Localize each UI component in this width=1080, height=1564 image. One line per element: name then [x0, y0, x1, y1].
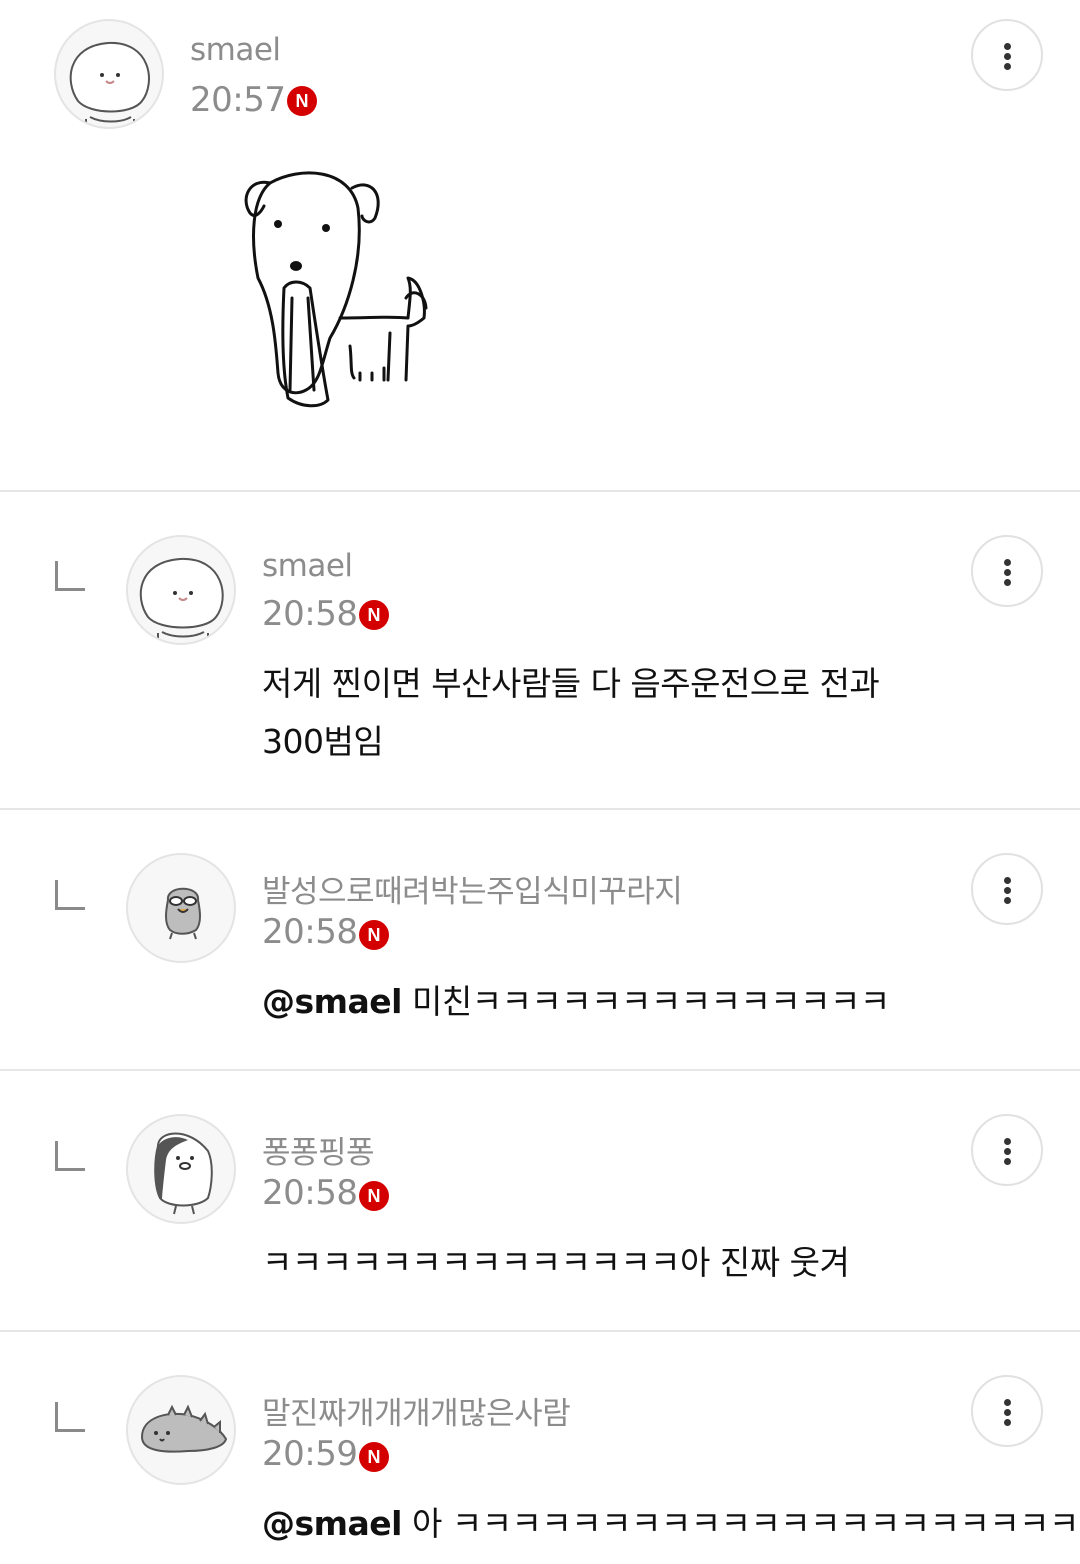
comment-item: smael 20:57 N: [0, 0, 1080, 492]
default-face-avatar-icon: [139, 557, 224, 643]
default-face-avatar-icon: [69, 41, 150, 127]
comment-item: smael 20:58 N 저게 찐이면 부산사람들 다 음주운전으로 전과 3…: [0, 492, 1080, 810]
nickname[interactable]: smael: [262, 548, 353, 584]
user-mention[interactable]: @smael: [262, 1504, 403, 1543]
comment-text-line: 저게 찐이면 부산사람들 다 음주운전으로 전과: [262, 664, 880, 703]
new-badge: N: [287, 86, 317, 116]
creature-avatar-icon: [165, 887, 201, 940]
more-options-button[interactable]: [971, 853, 1043, 925]
penguin-avatar-icon: [154, 1132, 213, 1215]
comment-item: 퐁퐁핑퐁 20:58 N ㅋㅋㅋㅋㅋㅋㅋㅋㅋㅋㅋㅋㅋㅋ아 진짜 웃겨: [0, 1071, 1080, 1332]
avatar[interactable]: [126, 1375, 236, 1485]
comment-text: @smael 아 ㅋㅋㅋㅋㅋㅋㅋㅋㅋㅋㅋㅋㅋㅋㅋㅋㅋㅋㅋㅋㅋㅋ: [262, 1495, 1080, 1553]
comment-text-body: 미친ㅋㅋㅋㅋㅋㅋㅋㅋㅋㅋㅋㅋㅋㅋ: [402, 982, 890, 1021]
comment-text: ㅋㅋㅋㅋㅋㅋㅋㅋㅋㅋㅋㅋㅋㅋ아 진짜 웃겨: [262, 1234, 850, 1292]
more-options-button[interactable]: [971, 535, 1043, 607]
dog-sketch-image[interactable]: [240, 168, 440, 418]
nickname[interactable]: 발성으로때려박는주입식미꾸라지: [262, 866, 683, 911]
timestamp: 20:58: [262, 594, 358, 634]
dinosaur-avatar-icon: [140, 1404, 228, 1453]
comment-text: 저게 찐이면 부산사람들 다 음주운전으로 전과 300범임: [262, 655, 880, 771]
reply-corner-icon: [55, 561, 85, 591]
reply-corner-icon: [55, 1141, 85, 1171]
avatar[interactable]: [126, 853, 236, 963]
nickname[interactable]: smael: [190, 32, 281, 68]
reply-corner-icon: [55, 1402, 85, 1432]
reply-corner-icon: [55, 880, 85, 910]
comment-item: 말진짜개개개개많은사람 20:59 N @smael 아 ㅋㅋㅋㅋㅋㅋㅋㅋㅋㅋㅋ…: [0, 1332, 1080, 1564]
nickname[interactable]: 말진짜개개개개많은사람: [262, 1388, 571, 1433]
comment-text: @smael 미친ㅋㅋㅋㅋㅋㅋㅋㅋㅋㅋㅋㅋㅋㅋ: [262, 973, 890, 1031]
avatar[interactable]: [54, 19, 164, 129]
timestamp: 20:57: [190, 80, 286, 120]
avatar[interactable]: [126, 1114, 236, 1224]
more-options-button[interactable]: [971, 1114, 1043, 1186]
avatar[interactable]: [126, 535, 236, 645]
comment-text-line: 300범임: [262, 722, 384, 761]
more-options-button[interactable]: [971, 19, 1043, 91]
comment-item: 발성으로때려박는주입식미꾸라지 20:58 N @smael 미친ㅋㅋㅋㅋㅋㅋㅋ…: [0, 810, 1080, 1071]
new-badge: N: [359, 920, 389, 950]
comment-text-body: 아 ㅋㅋㅋㅋㅋㅋㅋㅋㅋㅋㅋㅋㅋㅋㅋㅋㅋㅋㅋㅋㅋㅋ: [402, 1504, 1080, 1543]
new-badge: N: [359, 1442, 389, 1472]
timestamp: 20:58: [262, 912, 358, 952]
more-options-button[interactable]: [971, 1375, 1043, 1447]
user-mention[interactable]: @smael: [262, 982, 403, 1021]
timestamp: 20:59: [262, 1434, 358, 1474]
nickname[interactable]: 퐁퐁핑퐁: [262, 1127, 375, 1172]
comment-text-body: ㅋㅋㅋㅋㅋㅋㅋㅋㅋㅋㅋㅋㅋㅋ아 진짜 웃겨: [262, 1243, 850, 1282]
new-badge: N: [359, 1181, 389, 1211]
timestamp: 20:58: [262, 1173, 358, 1213]
new-badge: N: [359, 600, 389, 630]
